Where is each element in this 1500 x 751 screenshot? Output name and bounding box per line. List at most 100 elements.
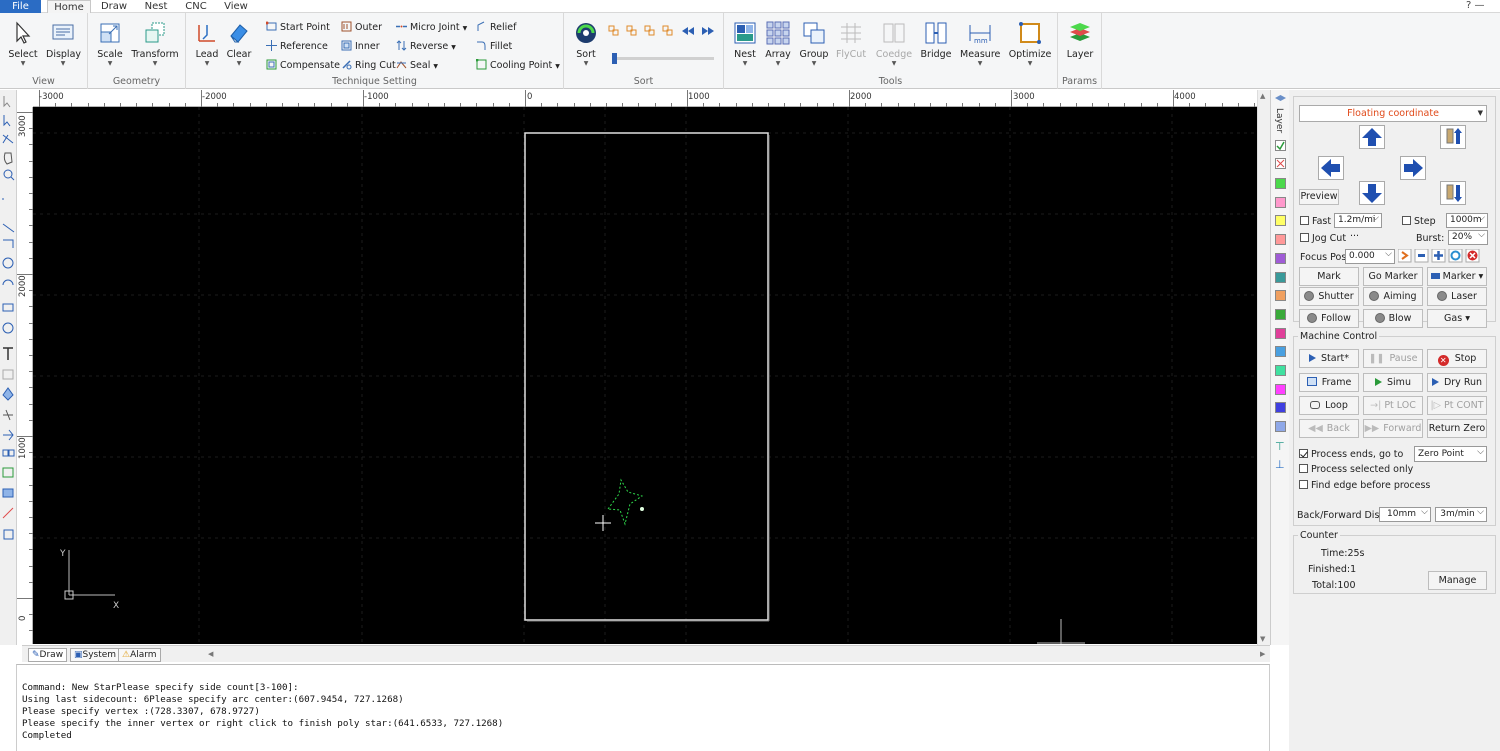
array-button[interactable]: Array ▼ <box>762 21 794 67</box>
seal-button[interactable]: Seal ▼ <box>396 57 438 74</box>
inner-button[interactable]: Inner <box>341 38 380 55</box>
process-ends-checkbox[interactable]: Process ends, go to <box>1299 449 1403 460</box>
reverse-button[interactable]: Reverse ▼ <box>396 38 456 55</box>
marker-dropdown[interactable]: Marker ▾ <box>1427 267 1487 286</box>
forward-button[interactable]: ▶▶ Forward <box>1363 419 1423 438</box>
layer-check-all[interactable] <box>1275 140 1286 151</box>
layer-swatch[interactable] <box>1275 271 1286 283</box>
layer-up-icon[interactable]: ⊤ <box>1275 440 1285 453</box>
step-select[interactable]: 1000m <box>1446 213 1488 228</box>
aiming-button[interactable]: Aiming <box>1363 287 1423 306</box>
tab-nest[interactable]: Nest <box>140 0 172 13</box>
bridge-button[interactable]: Bridge <box>920 21 952 60</box>
simu-button[interactable]: Simu <box>1363 373 1423 392</box>
jog-cut-settings-button[interactable]: ··· <box>1350 231 1359 242</box>
ring-cut-button[interactable]: Ring Cut <box>341 57 396 74</box>
tab-cnc[interactable]: CNC <box>180 0 212 13</box>
layer-swatch[interactable] <box>1275 346 1286 358</box>
jog-right-button[interactable] <box>1400 156 1426 180</box>
layer-swatch[interactable] <box>1275 421 1286 433</box>
sort-slider[interactable] <box>612 53 714 64</box>
gas-dropdown[interactable]: Gas ▾ <box>1427 309 1487 328</box>
tab-view[interactable]: View <box>220 0 252 13</box>
scale-button[interactable]: Scale ▼ <box>92 21 128 67</box>
back-forward-speed-select[interactable]: 3m/min <box>1435 507 1487 522</box>
return-zero-button[interactable]: Return Zero <box>1427 419 1487 438</box>
blow-button[interactable]: Blow <box>1363 309 1423 328</box>
shutter-button[interactable]: Shutter <box>1299 287 1359 306</box>
command-log[interactable]: Command: New StarPlease specify side cou… <box>16 664 1270 751</box>
display-button[interactable]: Display ▼ <box>46 21 81 67</box>
outer-button[interactable]: Outer <box>341 19 382 36</box>
micro-joint-button[interactable]: Micro Joint ▼ <box>396 19 467 36</box>
follow-button[interactable]: Follow <box>1299 309 1359 328</box>
process-selected-checkbox[interactable]: Process selected only <box>1299 464 1413 475</box>
tab-scroll-right[interactable]: ▶ <box>1260 650 1265 658</box>
transform-button[interactable]: Transform ▼ <box>130 21 180 67</box>
start-point-button[interactable]: Start Point <box>265 19 330 36</box>
lead-button[interactable]: Lead ▼ <box>192 21 222 67</box>
preview-button[interactable]: Preview <box>1299 189 1339 205</box>
layer-swatch[interactable] <box>1275 327 1286 339</box>
cooling-point-button[interactable]: Cooling Point ▼ <box>475 57 560 74</box>
find-edge-checkbox[interactable]: Find edge before process <box>1299 480 1430 491</box>
go-marker-button[interactable]: Go Marker <box>1363 267 1423 286</box>
select-button[interactable]: Select ▼ <box>6 21 40 67</box>
layer-swatch[interactable] <box>1275 383 1286 395</box>
layer-down-icon[interactable]: ⊥ <box>1275 458 1285 471</box>
pause-button[interactable]: ❚❚ Pause <box>1363 349 1423 368</box>
drawing-canvas[interactable]: Y X <box>33 107 1257 644</box>
jog-down-button[interactable] <box>1359 181 1385 205</box>
dry-run-button[interactable]: Dry Run <box>1427 373 1487 392</box>
vertical-scrollbar[interactable]: ▲ ▼ <box>1257 90 1270 645</box>
layer-swatch[interactable] <box>1275 196 1286 208</box>
focus-pos-input[interactable]: 0.000 <box>1345 249 1395 264</box>
reference-button[interactable]: Reference <box>266 38 328 55</box>
layer-swatch[interactable] <box>1275 402 1286 414</box>
jog-left-button[interactable] <box>1318 156 1344 180</box>
step-checkbox[interactable]: Step <box>1402 216 1436 227</box>
coedge-button[interactable]: Coedge ▼ <box>874 21 914 67</box>
layer-swatch[interactable] <box>1275 234 1286 246</box>
relief-button[interactable]: Relief <box>476 19 517 36</box>
start-button[interactable]: Start* <box>1299 349 1359 368</box>
draw-tools[interactable] <box>0 90 17 645</box>
back-button[interactable]: ◀◀ Back <box>1299 419 1359 438</box>
sort-button[interactable]: Sort ▼ <box>570 21 602 67</box>
fast-checkbox[interactable]: Fast <box>1300 216 1331 227</box>
burst-select[interactable]: 20% <box>1448 230 1488 245</box>
measure-button[interactable]: mm Measure ▼ <box>960 21 1000 67</box>
layer-swatch[interactable] <box>1275 290 1286 302</box>
manage-button[interactable]: Manage <box>1428 571 1487 590</box>
layer-swatch[interactable] <box>1275 252 1286 264</box>
coordinate-mode-select[interactable]: Floating coordinate ▼ <box>1299 105 1487 122</box>
nest-button[interactable]: Nest ▼ <box>730 21 760 67</box>
tab-alarm-log[interactable]: ⚠Alarm <box>118 648 161 662</box>
z-down-button[interactable] <box>1440 181 1466 205</box>
tab-home[interactable]: Home <box>47 0 91 13</box>
sort-order-tools[interactable] <box>608 25 718 37</box>
tab-draw[interactable]: Draw <box>96 0 132 13</box>
process-ends-select[interactable]: Zero Point <box>1414 446 1487 462</box>
jog-up-button[interactable] <box>1359 125 1385 149</box>
clear-button[interactable]: Clear ▼ <box>224 21 254 67</box>
tab-scroll-left[interactable]: ◀ <box>208 650 213 658</box>
layer-uncheck-all[interactable] <box>1275 158 1286 169</box>
jog-cut-checkbox[interactable]: Jog Cut <box>1300 233 1346 244</box>
fast-speed-select[interactable]: 1.2m/mi <box>1334 213 1382 228</box>
optimize-button[interactable]: Optimize ▼ <box>1008 21 1052 67</box>
tab-draw-log[interactable]: ✎Draw <box>28 648 68 662</box>
layer-swatch[interactable] <box>1275 365 1286 376</box>
pt-cont-button[interactable]: |▷ Pt CONT <box>1427 396 1487 415</box>
window-controls[interactable]: ? — <box>1466 0 1485 11</box>
frame-button[interactable]: Frame <box>1299 373 1359 392</box>
layer-button[interactable]: Layer <box>1064 21 1096 60</box>
focus-controls[interactable] <box>1397 248 1488 263</box>
layer-swatch[interactable] <box>1275 308 1286 320</box>
flycut-button[interactable]: FlyCut <box>834 21 868 60</box>
tab-file[interactable]: File <box>0 0 41 13</box>
pt-loc-button[interactable]: →| Pt LOC <box>1363 396 1423 415</box>
back-forward-distance-select[interactable]: 10mm <box>1379 507 1431 522</box>
tab-system-log[interactable]: ▣System <box>70 648 121 662</box>
compensate-button[interactable]: Compensate <box>266 57 340 74</box>
